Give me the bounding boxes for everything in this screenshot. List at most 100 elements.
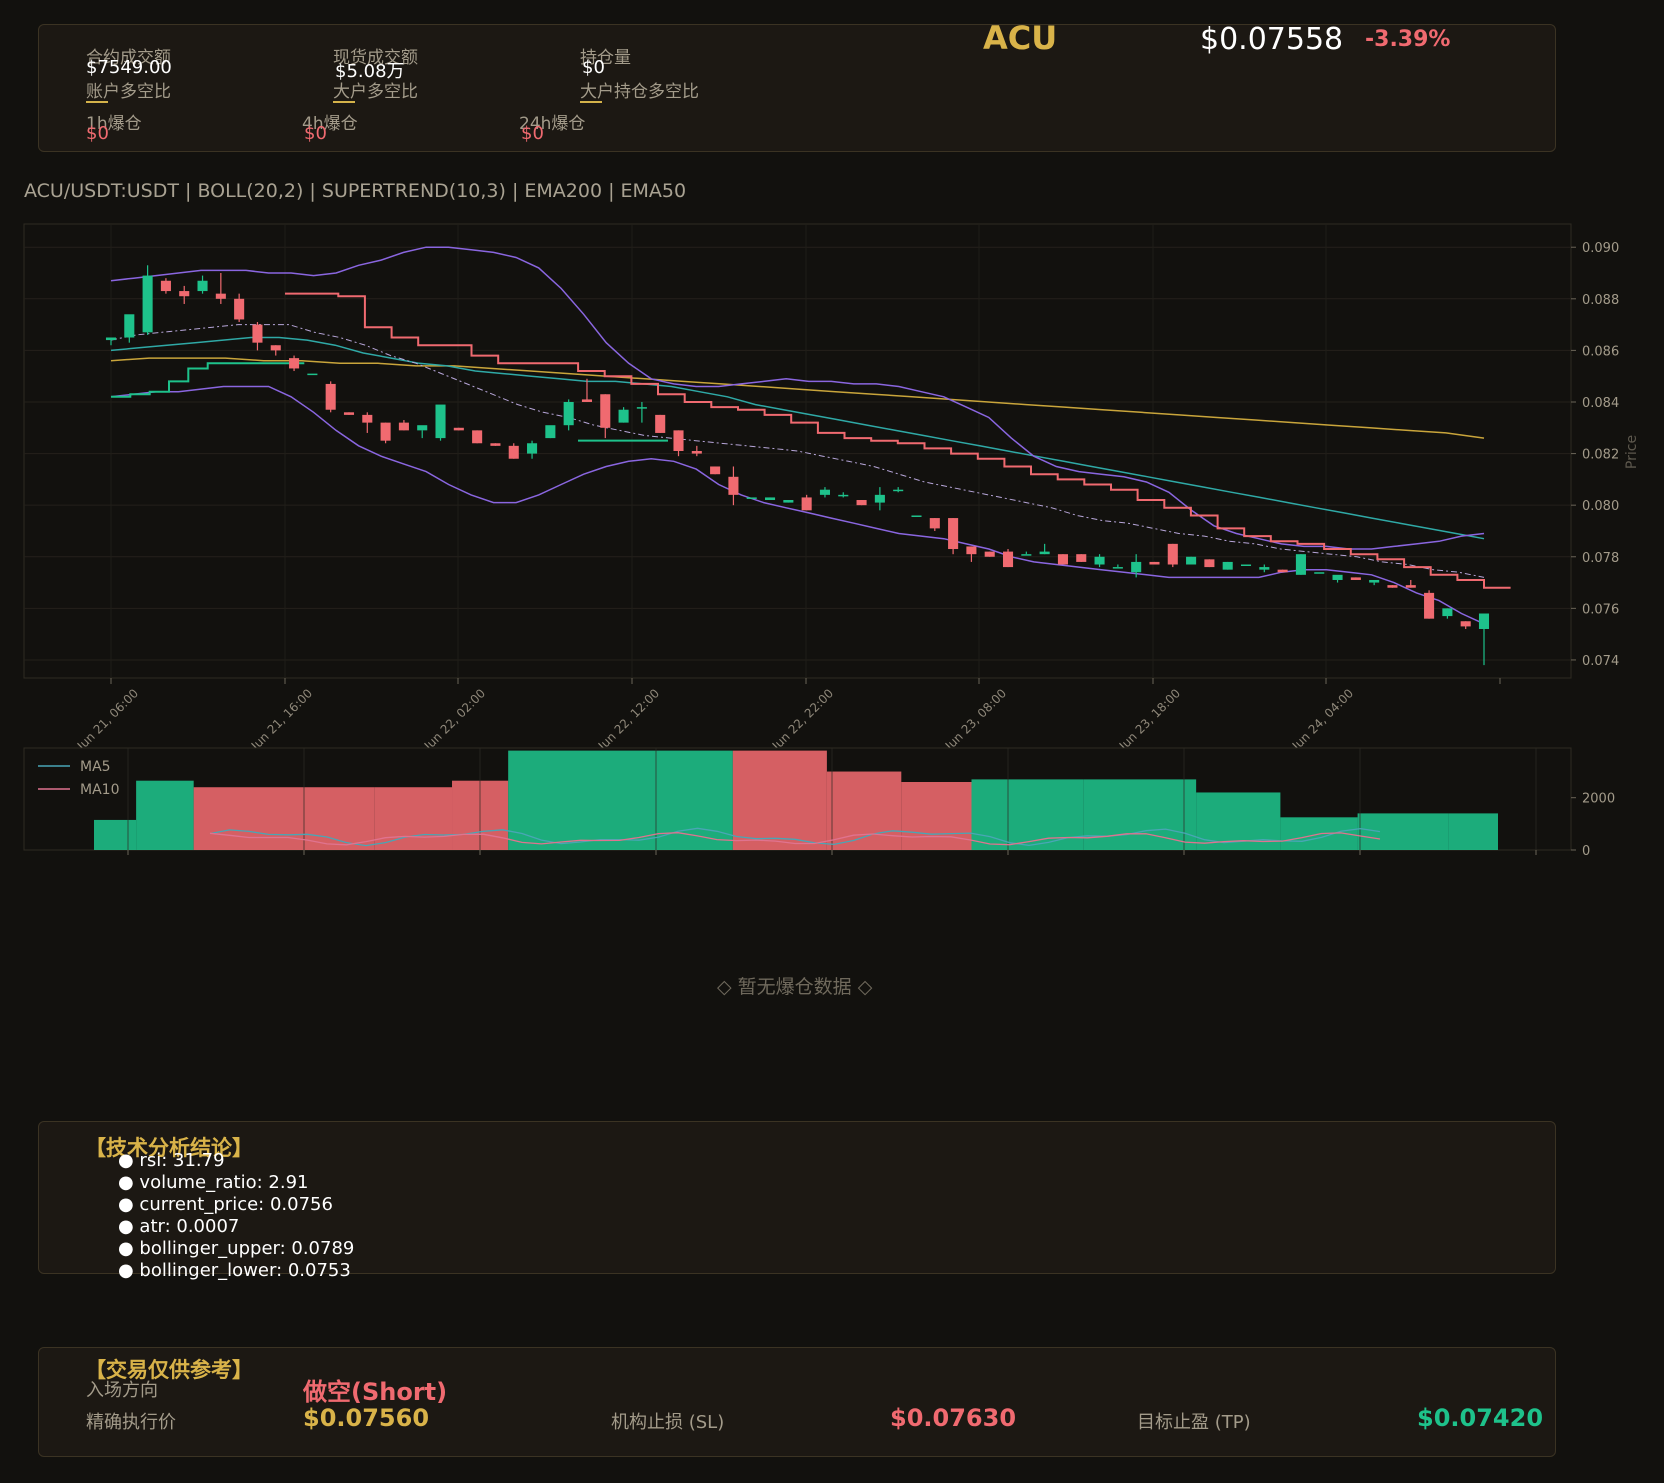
candle-body [563, 401, 574, 426]
entry-label: 精确执行价 [86, 1412, 176, 1433]
candle-body [710, 466, 721, 475]
candle-body [527, 443, 538, 454]
candle-body [636, 407, 647, 409]
x-tick-label: Jun 22, 02:00 [421, 686, 488, 753]
candle-body [215, 293, 226, 299]
y-tick-label: 0.074 [1582, 654, 1619, 669]
x-tick-label: Jun 21, 16:00 [248, 686, 315, 753]
price-panel: 0.090 0.088 0.086 0.084 0.082 0.080 0.078 0.076… [23, 223, 1640, 753]
candle-body [160, 280, 171, 292]
y-tick-label: 0.076 [1582, 602, 1619, 617]
candle-body [252, 324, 263, 343]
candle-body [966, 546, 977, 555]
volume-y-tick-label: 0 [1582, 844, 1590, 859]
candle-body [1112, 567, 1123, 569]
candle-body [1186, 556, 1197, 565]
candle-body [819, 489, 830, 495]
candle-body [1149, 561, 1160, 565]
analysis-item: ● atr: 0.0007 [118, 1216, 240, 1237]
candle-body [1350, 577, 1361, 580]
candle-body [838, 494, 849, 497]
candle-body [1442, 608, 1453, 617]
candle-body [746, 497, 757, 499]
candle-body [472, 430, 483, 444]
volume-y-tick-label: 2000 [1582, 792, 1615, 807]
price-chart: 0.090 0.088 0.086 0.084 0.082 0.080 0.078 0.076… [23, 223, 1640, 859]
candle-body [1076, 554, 1087, 562]
volume-bar [732, 750, 827, 850]
candle-body [801, 497, 812, 511]
candle-body [1204, 559, 1215, 568]
candle-body [270, 345, 281, 351]
volume-bar [94, 819, 137, 850]
x-tick-label: Jun 21, 06:00 [74, 686, 141, 753]
candle-body [1094, 556, 1105, 565]
volume-bar [620, 750, 733, 850]
candle-body [1387, 585, 1398, 588]
candle-body [1478, 613, 1490, 629]
x-tick-label: Jun 24, 04:00 [1289, 686, 1356, 753]
candle-body [508, 445, 519, 459]
y-tick-label: 0.090 [1582, 241, 1619, 256]
candle-body [783, 500, 794, 503]
candle-body [948, 518, 959, 550]
volume-bar [1357, 813, 1449, 850]
candle-body [581, 399, 593, 402]
candle-body [1002, 551, 1014, 568]
candle-body [362, 414, 373, 423]
candle-body [929, 518, 940, 529]
candle-body [197, 280, 208, 292]
candle-body [1167, 543, 1178, 565]
candle-body [142, 275, 153, 333]
candle-body [893, 489, 904, 492]
volume-bar [193, 787, 375, 850]
y-tick-label: 0.084 [1582, 396, 1619, 411]
candle-body [691, 451, 702, 454]
candle-body [234, 298, 245, 320]
candle-body [655, 414, 666, 433]
x-tick-label: Jun 23, 08:00 [942, 686, 1009, 753]
candle-body [618, 409, 629, 423]
analysis-list: ● rsi: 31.79 ● volume_ratio: 2.91 ● curr… [118, 1150, 354, 1282]
candle-body [343, 412, 355, 415]
volume-bar [374, 787, 453, 850]
candle-body [765, 497, 776, 501]
take-profit-label: 目标止盈 (TP) [1137, 1412, 1251, 1433]
volume-bar [971, 779, 1084, 850]
candle-body [1369, 579, 1380, 583]
analysis-panel: 【技术分析结论】 ● rsi: 31.79 ● volume_ratio: 2.… [38, 1121, 1556, 1281]
legend-ma5-label: MA5 [80, 759, 111, 775]
candle-body [1314, 572, 1325, 574]
candle-body [600, 394, 611, 428]
volume-bar [901, 782, 972, 850]
take-profit-value: $0.07420 [1417, 1404, 1544, 1432]
candle-body [398, 422, 409, 431]
candle-body [435, 404, 446, 439]
price-plot-area [23, 223, 1572, 679]
candle-body [1332, 574, 1343, 580]
candle-body [728, 476, 739, 495]
y-tick-label: 0.078 [1582, 551, 1619, 566]
analysis-item: ● bollinger_lower: 0.0753 [118, 1260, 351, 1281]
volume-bar [1448, 813, 1498, 850]
candle-body [1057, 554, 1068, 565]
direction-value: 做空(Short) [303, 1378, 448, 1406]
y-tick-label: 0.086 [1582, 344, 1619, 359]
candle-body [984, 551, 995, 557]
volume-bar [136, 780, 194, 850]
candle-body [1259, 567, 1270, 570]
direction-label: 入场方向 [86, 1380, 158, 1401]
analysis-item: ● current_price: 0.0756 [118, 1194, 333, 1215]
y-axis-label: Price [1624, 435, 1640, 469]
y-tick-label: 0.082 [1582, 448, 1619, 463]
liquidation-empty-note: ◇ 暂无爆仓数据 ◇ [717, 976, 873, 998]
candle-body [856, 500, 867, 506]
candle-body [380, 422, 391, 441]
analysis-item: ● rsi: 31.79 [118, 1150, 225, 1171]
trade-panel: 【交易仅供参考】 入场方向 做空(Short) 精确执行价 $0.07560 机… [38, 1347, 1556, 1457]
stop-loss-label: 机构止损 (SL) [611, 1412, 725, 1433]
candle-body [673, 430, 684, 451]
candle-body [1131, 561, 1142, 573]
candle-body [874, 494, 885, 503]
x-tick-label: Jun 22, 22:00 [769, 686, 836, 753]
